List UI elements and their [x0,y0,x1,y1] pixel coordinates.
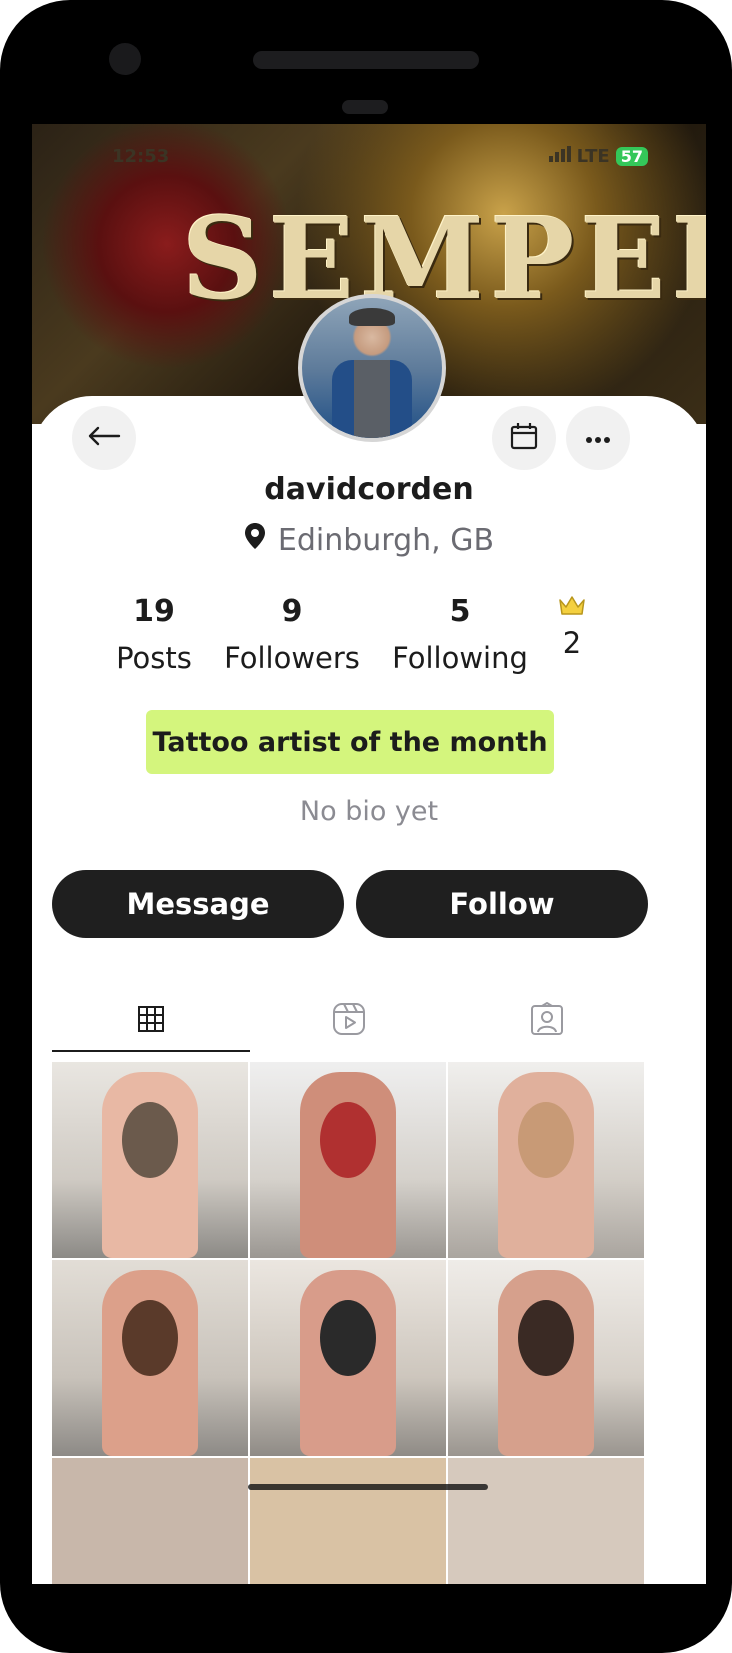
stat-following[interactable]: 5 Following [384,594,536,675]
username: davidcorden [264,472,474,507]
tab-reels[interactable] [250,992,448,1050]
crown-icon [558,596,586,620]
tab-tagged[interactable] [448,992,646,1050]
crown-count: 2 [562,626,582,660]
signal-icon [548,146,571,167]
post-thumbnail[interactable] [250,1458,446,1584]
network-label: LTE [576,146,610,167]
app-screen: SEMPER 12:53 LTE 57 [32,124,706,1584]
post-tattoo [122,1300,178,1376]
posts-label: Posts [116,641,192,675]
post-thumbnail[interactable] [52,1062,248,1258]
avatar-vest [354,360,390,438]
post-thumbnail[interactable] [448,1458,644,1584]
proximity-sensor [342,100,388,114]
post-thumbnail[interactable] [448,1260,644,1456]
status-indicators: LTE 57 [548,146,648,167]
post-thumbnail[interactable] [52,1260,248,1456]
post-tattoo [518,1102,574,1178]
calendar-icon [509,421,539,455]
more-dots-icon [585,429,611,448]
cover-title: SEMPER [182,194,706,325]
status-time: 12:53 [112,146,170,167]
front-camera [109,43,141,75]
bio-text: No bio yet [299,796,439,827]
post-tattoo [320,1300,376,1376]
grid-icon [137,1005,165,1037]
earpiece-speaker [253,51,479,69]
book-appointment-button[interactable] [492,406,556,470]
phone-frame: SEMPER 12:53 LTE 57 [0,0,732,1653]
more-options-button[interactable] [566,406,630,470]
post-thumbnail[interactable] [52,1458,248,1584]
followers-label: Followers [224,641,360,675]
avatar-hat [349,308,395,326]
post-thumbnail[interactable] [448,1062,644,1258]
follow-button[interactable]: Follow [356,870,648,938]
avatar[interactable] [298,294,446,442]
location-text: Edinburgh, GB [277,522,495,558]
stat-crowns[interactable]: 2 [552,594,592,660]
post-tattoo [122,1102,178,1178]
stat-followers[interactable]: 9 Followers [218,594,366,675]
location: Edinburgh, GB [32,522,706,558]
stat-posts[interactable]: 19 Posts [104,594,204,675]
arrow-left-icon [87,426,121,450]
reels-icon [332,1002,366,1040]
post-tattoo [320,1102,376,1178]
back-button[interactable] [72,406,136,470]
post-tattoo [518,1300,574,1376]
followers-count: 9 [281,594,303,629]
content-tabs [52,992,646,1052]
posts-count: 19 [133,594,175,629]
tagged-icon [530,1001,564,1040]
following-count: 5 [449,594,471,629]
following-label: Following [392,641,528,675]
home-indicator [248,1484,488,1490]
tab-grid[interactable] [52,992,250,1052]
post-thumbnail[interactable] [250,1062,446,1258]
post-thumbnail[interactable] [250,1260,446,1456]
profile-stats: 19 Posts 9 Followers 5 Following 2 [32,594,706,684]
battery-level: 57 [615,147,648,166]
award-badge: Tattoo artist of the month [146,710,554,774]
location-pin-icon [244,522,266,558]
message-button[interactable]: Message [52,870,344,938]
